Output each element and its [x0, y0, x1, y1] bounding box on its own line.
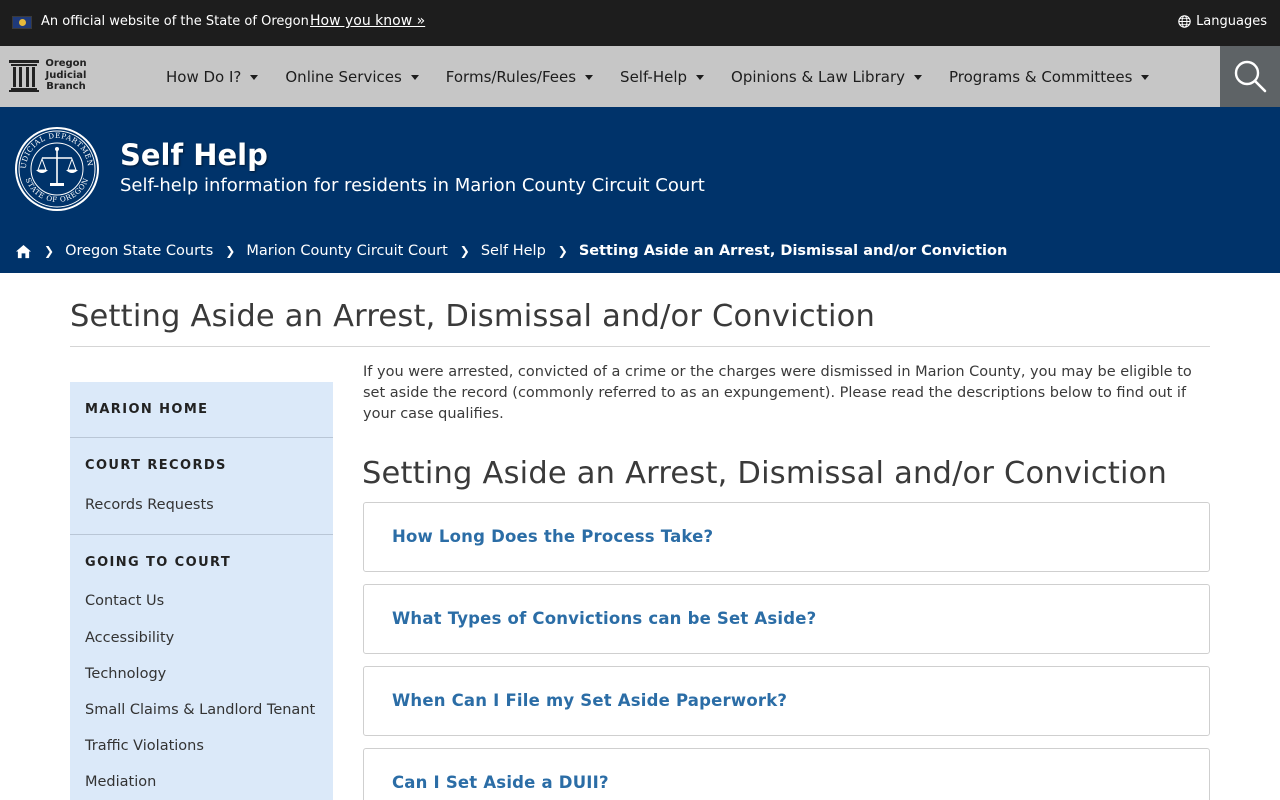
ojb-logo[interactable]: Oregon Judicial Branch: [9, 58, 109, 94]
breadcrumb-marion-county-circuit-court[interactable]: Marion County Circuit Court: [246, 243, 447, 259]
sidebar-divider: [70, 534, 333, 535]
page-hero: JUDICIAL DEPARTMENT STATE OF OREGON Self…: [0, 107, 1280, 273]
sidebar-link-small-claims[interactable]: Small Claims & Landlord Tenant: [85, 702, 315, 718]
official-site-text: An official website of the State of Oreg…: [41, 14, 309, 29]
sidebar-link-traffic-violations[interactable]: Traffic Violations: [85, 738, 204, 754]
caret-down-icon: [696, 75, 705, 80]
nav-menu: How Do I? Online Services Forms/Rules/Fe…: [166, 46, 1176, 107]
accordion-label: What Types of Convictions can be Set Asi…: [392, 609, 817, 628]
sidebar-link-contact-us[interactable]: Contact Us: [85, 593, 164, 609]
nav-item-self-help[interactable]: Self-Help: [620, 67, 705, 86]
accordion-label: Can I Set Aside a DUII?: [392, 773, 609, 792]
nav-item-programs-committees[interactable]: Programs & Committees: [948, 67, 1150, 86]
accordion-conviction-types[interactable]: What Types of Convictions can be Set Asi…: [363, 584, 1210, 654]
nav-item-opinions-law-library[interactable]: Opinions & Law Library: [731, 68, 922, 86]
caret-down-icon: [410, 75, 419, 80]
intro-paragraph: If you were arrested, convicted of a cri…: [363, 364, 1192, 422]
sidebar-heading-going-to-court[interactable]: GOING TO COURT: [85, 555, 231, 570]
breadcrumb-oregon-state-courts[interactable]: Oregon State Courts: [65, 243, 213, 259]
nav-item-how-do-i[interactable]: How Do I?: [166, 67, 259, 86]
nav-item-label: Online Services: [285, 67, 402, 86]
chevron-right-icon: ❯: [557, 244, 568, 258]
page-hero-title: Self Help: [120, 138, 268, 172]
globe-icon: [1178, 15, 1191, 28]
breadcrumb-current: Setting Aside an Arrest, Dismissal and/o…: [578, 243, 1008, 259]
chevron-right-icon: ❯: [459, 244, 470, 258]
sidebar-heading-court-records[interactable]: COURT RECORDS: [85, 458, 227, 473]
chevron-right-icon: ❯: [225, 244, 236, 258]
sidebar-link-accessibility[interactable]: Accessibility: [85, 630, 174, 646]
search-icon: [1234, 60, 1267, 93]
chevron-right-icon: ❯: [44, 244, 55, 258]
how-you-know-link[interactable]: How you know »: [310, 13, 425, 29]
caret-down-icon: [1141, 75, 1150, 80]
sidebar-link-records-requests[interactable]: Records Requests: [85, 497, 214, 513]
languages-button[interactable]: Languages: [1178, 14, 1267, 29]
oregon-flag-icon: [12, 16, 32, 29]
logo-line-2: Judicial: [45, 69, 87, 81]
judicial-department-seal-icon: JUDICIAL DEPARTMENT STATE OF OREGON: [14, 126, 99, 211]
nav-item-label: Self-Help: [620, 67, 688, 86]
sidebar-link-technology[interactable]: Technology: [85, 666, 166, 682]
search-button[interactable]: [1220, 46, 1280, 107]
languages-label: Languages: [1196, 14, 1267, 29]
sidebar-marion-home[interactable]: MARION HOME: [85, 402, 208, 417]
accordion-label: When Can I File my Set Aside Paperwork?: [392, 691, 788, 710]
nav-item-label: How Do I?: [166, 67, 242, 86]
breadcrumb: ❯ Oregon State Courts ❯ Marion County Ci…: [15, 243, 1007, 259]
page-title: Setting Aside an Arrest, Dismissal and/o…: [70, 299, 876, 334]
nav-item-online-services[interactable]: Online Services: [285, 67, 419, 86]
section-title: Setting Aside an Arrest, Dismissal and/o…: [362, 456, 1168, 491]
accordion-duii[interactable]: Can I Set Aside a DUII?: [363, 748, 1210, 800]
nav-item-label: Opinions & Law Library: [731, 67, 905, 86]
caret-down-icon: [585, 75, 594, 80]
caret-down-icon: [913, 75, 922, 80]
nav-item-forms-rules-fees[interactable]: Forms/Rules/Fees: [445, 67, 594, 86]
logo-line-3: Branch: [46, 81, 86, 92]
accordion-when-to-file[interactable]: When Can I File my Set Aside Paperwork?: [363, 666, 1210, 736]
logo-line-1: Oregon: [45, 58, 87, 69]
nav-item-label: Programs & Committees: [948, 67, 1133, 86]
sidebar-link-mediation[interactable]: Mediation: [85, 774, 156, 790]
accordion-process-length[interactable]: How Long Does the Process Take?: [363, 502, 1210, 572]
logo-text: Oregon Judicial Branch: [43, 58, 89, 93]
home-icon[interactable]: [15, 244, 32, 259]
accordion-label: How Long Does the Process Take?: [392, 527, 714, 546]
nav-item-label: Forms/Rules/Fees: [445, 67, 577, 86]
main-navigation: Oregon Judicial Branch How Do I? Online …: [0, 46, 1280, 107]
sidebar-divider: [70, 437, 333, 438]
page-hero-subtitle: Self-help information for residents in M…: [120, 175, 705, 196]
caret-down-icon: [250, 75, 259, 80]
breadcrumb-self-help[interactable]: Self Help: [481, 243, 546, 259]
courthouse-icon: [9, 60, 39, 92]
title-divider: [70, 346, 1210, 347]
sidebar: MARION HOME COURT RECORDS Records Reques…: [70, 382, 333, 800]
official-site-banner: An official website of the State of Oreg…: [0, 0, 1280, 46]
